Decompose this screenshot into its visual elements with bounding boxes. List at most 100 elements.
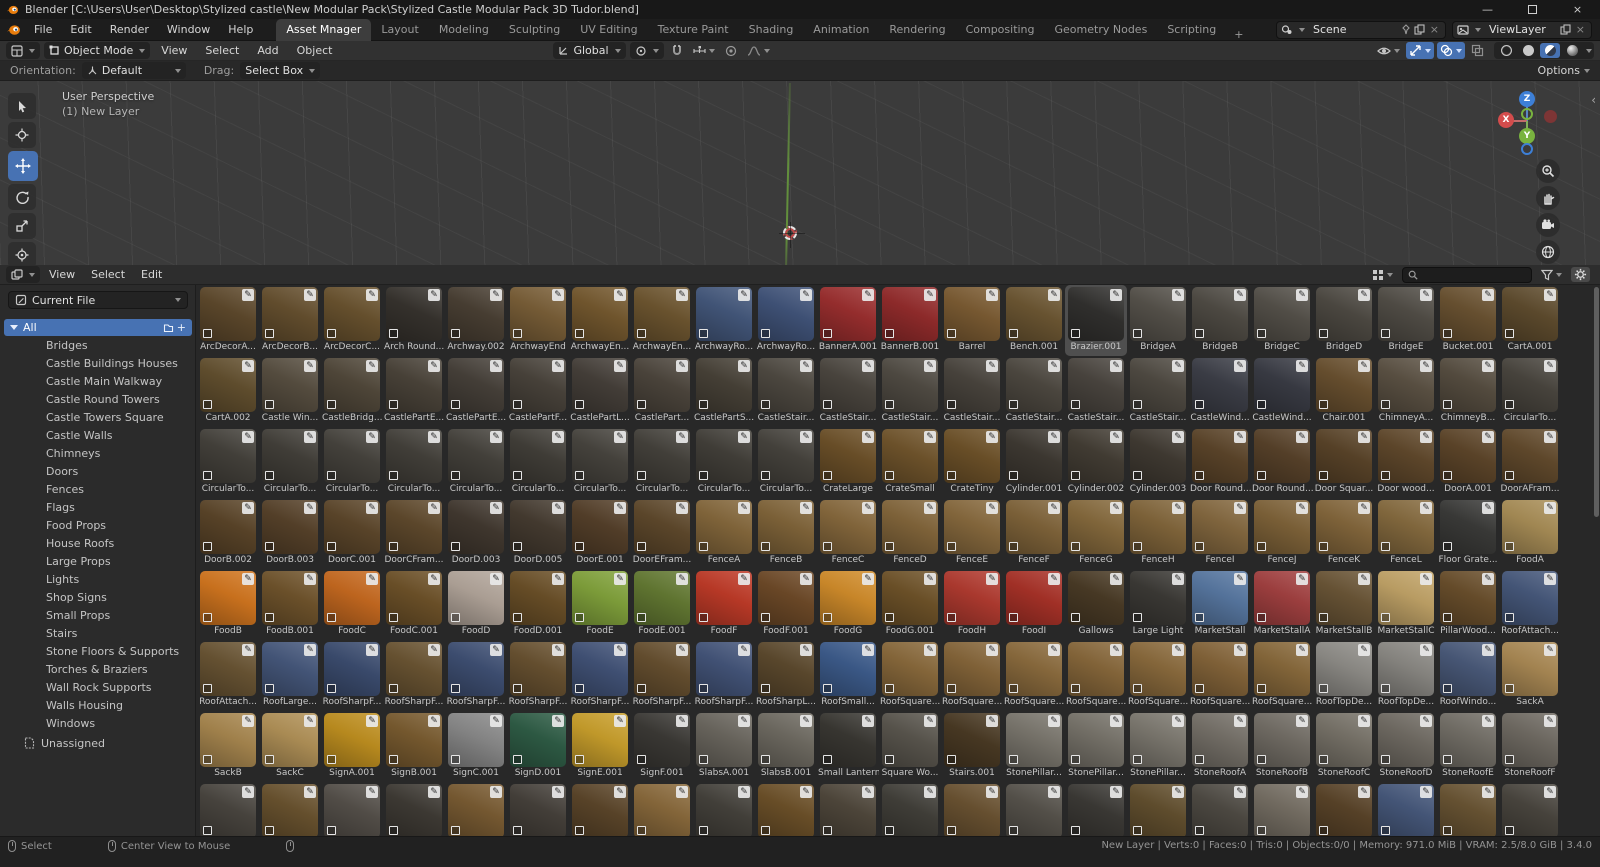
asset-thumbnail[interactable]: ✎ xyxy=(882,713,938,767)
asset-thumbnail[interactable]: ✎ xyxy=(1254,287,1310,341)
asset-thumbnail[interactable]: ✎ xyxy=(1068,429,1124,483)
show-overlays-toggle[interactable] xyxy=(1437,42,1465,59)
asset-tile[interactable]: ✎ ArchwayEnd xyxy=(507,285,569,356)
scale-tool[interactable] xyxy=(8,213,36,239)
asset-thumbnail[interactable]: ✎ xyxy=(1192,713,1248,767)
asset-tile[interactable]: ✎ xyxy=(1065,782,1127,836)
asset-tile[interactable]: ✎ DoorB.002 xyxy=(197,498,259,569)
asset-thumbnail[interactable]: ✎ xyxy=(448,429,504,483)
asset-thumbnail[interactable]: ✎ xyxy=(386,429,442,483)
asset-tile[interactable]: ✎ xyxy=(941,782,1003,836)
asset-tile[interactable]: ✎ RoofSquare... xyxy=(1127,640,1189,711)
editor-type-button[interactable] xyxy=(6,42,40,59)
asset-thumbnail[interactable]: ✎ xyxy=(1068,358,1124,412)
asset-thumbnail[interactable]: ✎ xyxy=(324,713,380,767)
asset-tile[interactable]: ✎ Brazier.001 xyxy=(1065,285,1127,356)
3d-viewport[interactable]: User Perspective (1) New Layer xyxy=(0,81,1600,265)
asset-tile[interactable]: ✎ CircularTo... xyxy=(693,427,755,498)
asset-tile[interactable]: ✎ CrateSmall xyxy=(879,427,941,498)
move-tool[interactable] xyxy=(8,151,38,181)
asset-tile[interactable]: ✎ CastleWind... xyxy=(1251,356,1313,427)
asset-tile[interactable]: ✎ SackC xyxy=(259,711,321,782)
new-catalog-icon[interactable] xyxy=(163,322,174,333)
asset-thumbnail[interactable]: ✎ xyxy=(820,358,876,412)
asset-thumbnail[interactable]: ✎ xyxy=(634,358,690,412)
new-scene-icon[interactable] xyxy=(1414,24,1425,35)
asset-tile[interactable]: ✎ Archway.002 xyxy=(445,285,507,356)
asset-thumbnail[interactable]: ✎ xyxy=(1254,784,1310,836)
asset-thumbnail[interactable]: ✎ xyxy=(1254,358,1310,412)
asset-thumbnail[interactable]: ✎ xyxy=(1006,358,1062,412)
asset-thumbnail[interactable]: ✎ xyxy=(634,571,690,625)
topbar-menu[interactable]: Render xyxy=(101,23,158,36)
catalog-item[interactable]: Doors xyxy=(0,462,196,480)
asset-thumbnail[interactable]: ✎ xyxy=(882,642,938,696)
asset-tile[interactable]: ✎ FoodH xyxy=(941,569,1003,640)
asset-thumbnail[interactable]: ✎ xyxy=(1254,429,1310,483)
asset-thumbnail[interactable]: ✎ xyxy=(324,500,380,554)
select-box-tool[interactable] xyxy=(8,93,36,119)
asset-thumbnail[interactable]: ✎ xyxy=(820,287,876,341)
asset-thumbnail[interactable]: ✎ xyxy=(1130,500,1186,554)
catalog-item[interactable]: Chimneys xyxy=(0,444,196,462)
asset-thumbnail[interactable]: ✎ xyxy=(758,358,814,412)
asset-tile[interactable]: ✎ CircularTo... xyxy=(445,427,507,498)
asset-thumbnail[interactable]: ✎ xyxy=(1192,571,1248,625)
asset-thumbnail[interactable]: ✎ xyxy=(820,642,876,696)
asset-thumbnail[interactable]: ✎ xyxy=(1502,642,1558,696)
asset-thumbnail[interactable]: ✎ xyxy=(944,642,1000,696)
pan-button[interactable] xyxy=(1536,186,1560,210)
asset-thumbnail[interactable]: ✎ xyxy=(1068,571,1124,625)
asset-tile[interactable]: ✎ xyxy=(693,782,755,836)
catalog-item[interactable]: Castle Walls xyxy=(0,426,196,444)
workspace-tab[interactable]: Texture Paint xyxy=(648,19,739,41)
asset-thumbnail[interactable]: ✎ xyxy=(448,500,504,554)
topbar-menu[interactable]: Edit xyxy=(61,23,100,36)
asset-thumbnail[interactable]: ✎ xyxy=(1440,642,1496,696)
asset-tile[interactable]: ✎ StoneRoofF xyxy=(1499,711,1561,782)
workspace-tab[interactable]: Modeling xyxy=(429,19,499,41)
y-axis-negative-ring[interactable] xyxy=(1521,108,1533,120)
asset-tile[interactable]: ✎ ChimneyB... xyxy=(1437,356,1499,427)
search-input[interactable] xyxy=(1422,269,1522,280)
asset-tile[interactable]: ✎ SignC.001 xyxy=(445,711,507,782)
catalog-unassigned[interactable]: Unassigned xyxy=(0,734,196,752)
asset-thumbnail[interactable]: ✎ xyxy=(386,500,442,554)
catalog-item[interactable]: Stairs xyxy=(0,624,196,642)
asset-thumbnail[interactable]: ✎ xyxy=(882,784,938,836)
snap-toggle[interactable] xyxy=(668,42,686,59)
asset-tile[interactable]: ✎ RoofSharpF... xyxy=(693,640,755,711)
asset-thumbnail[interactable]: ✎ xyxy=(1502,358,1558,412)
add-catalog-button[interactable]: + xyxy=(177,321,186,334)
asset-tile[interactable]: ✎ Bench.001 xyxy=(1003,285,1065,356)
asset-thumbnail[interactable]: ✎ xyxy=(1068,500,1124,554)
proportional-falloff-dropdown[interactable] xyxy=(744,42,773,59)
asset-tile[interactable]: ✎ DoorCFram... xyxy=(383,498,445,569)
asset-thumbnail[interactable]: ✎ xyxy=(448,784,504,836)
asset-thumbnail[interactable]: ✎ xyxy=(1192,429,1248,483)
asset-thumbnail[interactable]: ✎ xyxy=(1006,500,1062,554)
asset-thumbnail[interactable]: ✎ xyxy=(1440,500,1496,554)
asset-thumbnail[interactable]: ✎ xyxy=(1192,358,1248,412)
asset-tile[interactable]: ✎ RoofSharpF... xyxy=(321,640,383,711)
asset-menu[interactable]: Edit xyxy=(134,268,169,281)
asset-tile[interactable]: ✎ StoneRoofA xyxy=(1189,711,1251,782)
asset-tile[interactable]: ✎ Square Wo... xyxy=(879,711,941,782)
asset-tile[interactable]: ✎ DoorE.001 xyxy=(569,498,631,569)
asset-tile[interactable]: ✎ SignD.001 xyxy=(507,711,569,782)
catalog-item[interactable]: Stone Floors & Supports xyxy=(0,642,196,660)
asset-thumbnail[interactable]: ✎ xyxy=(572,571,628,625)
zoom-button[interactable] xyxy=(1536,159,1560,183)
workspace-tab[interactable]: Compositing xyxy=(956,19,1045,41)
options-dropdown[interactable]: Options xyxy=(1538,64,1590,77)
asset-search[interactable] xyxy=(1402,267,1532,283)
asset-tile[interactable]: ✎ ArchwayRo... xyxy=(755,285,817,356)
catalog-item[interactable]: House Roofs xyxy=(0,534,196,552)
asset-thumbnail[interactable]: ✎ xyxy=(1006,642,1062,696)
asset-thumbnail[interactable]: ✎ xyxy=(696,571,752,625)
asset-thumbnail[interactable]: ✎ xyxy=(1440,713,1496,767)
asset-tile[interactable]: ✎ CartA.001 xyxy=(1499,285,1561,356)
asset-thumbnail[interactable]: ✎ xyxy=(1378,571,1434,625)
asset-tile[interactable]: ✎ FoodF xyxy=(693,569,755,640)
mode-dropdown[interactable]: Object Mode xyxy=(44,42,150,59)
